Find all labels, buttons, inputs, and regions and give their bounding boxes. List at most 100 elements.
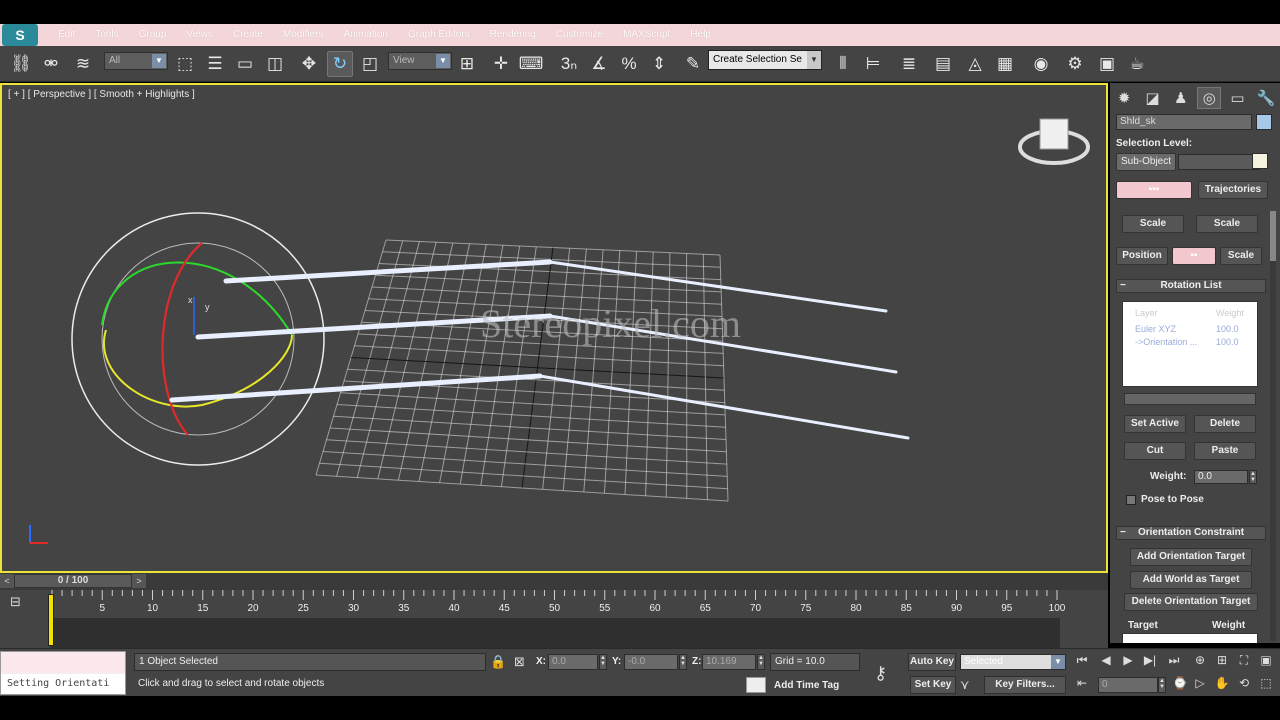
viewport-label-menu[interactable]: [ + ] [ Perspective ] [ Smooth + Highlig…	[8, 89, 195, 100]
select-object-icon[interactable]: ⬚	[172, 51, 198, 77]
current-frame-spinner[interactable]: ▲ ▼	[1158, 677, 1166, 693]
viewcube[interactable]	[1018, 118, 1090, 165]
play-icon[interactable]: ▶	[1118, 653, 1138, 667]
hierarchy-tab-icon[interactable]: ♟	[1169, 87, 1193, 109]
add-orientation-target-button[interactable]: Add Orientation Target	[1130, 548, 1252, 566]
schematic-view-icon[interactable]: ▦	[992, 51, 1018, 77]
tab-parameters[interactable]: ▪▪▪	[1116, 181, 1192, 199]
list-scrollbar[interactable]	[1124, 393, 1256, 405]
layer-manager-icon[interactable]: ≣	[896, 51, 922, 77]
render-setup-icon[interactable]: ⚙	[1062, 51, 1088, 77]
y-spinner[interactable]: ▲ ▼	[679, 654, 687, 670]
set-key-button[interactable]: Set Key	[910, 676, 956, 694]
paste-button[interactable]: Paste	[1194, 442, 1256, 460]
command-panel-scrollbar[interactable]	[1270, 211, 1276, 641]
menu-item-group[interactable]: Group	[129, 24, 177, 46]
add-time-tag-swatch[interactable]	[746, 677, 766, 693]
pose-to-pose-checkbox[interactable]	[1126, 495, 1136, 505]
add-time-tag-button[interactable]: Add Time Tag	[774, 680, 839, 691]
rotation-list-box[interactable]: Layer Weight Euler XYZ 100.0 ->Orientati…	[1122, 301, 1258, 387]
auto-key-button[interactable]: Auto Key	[908, 653, 956, 671]
menu-item-rendering[interactable]: Rendering	[480, 24, 546, 46]
reference-coordinate-dropdown[interactable]: View ▼	[388, 52, 452, 70]
select-and-link-icon[interactable]: ⛓	[8, 51, 34, 77]
perspective-viewport[interactable]: y x Stereopixel.com [ + ] [ Perspective …	[0, 83, 1108, 573]
current-frame-input[interactable]: 0	[1098, 677, 1158, 693]
select-and-rotate-icon[interactable]: ↻	[327, 51, 353, 77]
go-to-start-icon[interactable]: ⏮	[1072, 653, 1092, 668]
menu-item-graph-editors[interactable]: Graph Editors	[398, 24, 480, 46]
edit-named-selection-icon[interactable]: ✎	[680, 51, 706, 77]
sub-object-dropdown[interactable]	[1178, 154, 1260, 170]
previous-key-icon[interactable]: ◀	[1096, 653, 1116, 667]
zoom-icon[interactable]: ⊕	[1190, 653, 1210, 667]
create-tab-icon[interactable]: ✹	[1112, 87, 1136, 109]
motion-tab-icon[interactable]: ◎	[1197, 87, 1222, 109]
key-mode-icon[interactable]: ⚷	[874, 663, 887, 684]
track-bar[interactable]: ⊟ 5 10 15 20 25 30 35 40 45 50 55 60 65 70 75 80 85 90 95 1…	[0, 590, 1108, 648]
keyboard-shortcut-override-icon[interactable]: ⌨	[518, 51, 544, 77]
graphite-ribbon-icon[interactable]: ▤	[930, 51, 956, 77]
position-button[interactable]: Position	[1116, 247, 1168, 265]
zoom-extents-all-icon[interactable]: ▣	[1256, 653, 1276, 667]
go-to-end-icon[interactable]: ⏭	[1164, 653, 1184, 668]
previous-frame-arrow-icon[interactable]: <	[0, 574, 14, 588]
target-list-box[interactable]	[1122, 633, 1258, 643]
time-slider[interactable]: < 0 / 100 >	[0, 573, 1108, 590]
unlink-selection-icon[interactable]: ⚮	[38, 51, 64, 77]
zoom-all-icon[interactable]: ⊞	[1212, 653, 1232, 667]
bind-to-space-warp-icon[interactable]: ≋	[70, 51, 96, 77]
time-slider-thumb[interactable]: 0 / 100	[14, 574, 132, 588]
x-coordinate-input[interactable]: 0.0	[548, 654, 598, 670]
pivot-center-icon[interactable]: ⊞	[454, 51, 480, 77]
display-tab-icon[interactable]: ▭	[1225, 87, 1249, 109]
menu-item-views[interactable]: Views	[176, 24, 223, 46]
rendered-frame-window-icon[interactable]: ▣	[1094, 51, 1120, 77]
scale-track-button[interactable]: Scale	[1220, 247, 1262, 265]
orbit-icon[interactable]: ⟲	[1234, 676, 1254, 690]
angle-snap-icon[interactable]: ∡	[586, 51, 612, 77]
weight-input[interactable]: 0.0	[1194, 470, 1248, 484]
maximize-viewport-icon[interactable]: ⬚	[1256, 676, 1276, 690]
x-spinner[interactable]: ▲ ▼	[599, 654, 607, 670]
maxscript-listener-mini[interactable]: Setting Orientati	[0, 651, 126, 695]
weight-spinner[interactable]: ▲ ▼	[1249, 470, 1257, 484]
current-frame-marker[interactable]	[48, 594, 54, 646]
named-selection-set-dropdown[interactable]: Create Selection Se ▼	[708, 50, 822, 70]
maxscript-output[interactable]: Setting Orientati	[1, 674, 125, 694]
next-frame-arrow-icon[interactable]: >	[132, 574, 146, 588]
absolute-mode-icon[interactable]: ⊠	[514, 654, 525, 670]
select-by-name-icon[interactable]: ☰	[202, 51, 228, 77]
scale-key-button[interactable]: Scale	[1196, 215, 1258, 233]
sub-object-swatch[interactable]	[1252, 153, 1268, 169]
set-active-button[interactable]: Set Active	[1124, 415, 1186, 433]
frame-ruler[interactable]: 5 10 15 20 25 30 35 40 45 50 55 60 65 70 75 80 85 90 95 100	[50, 590, 1065, 648]
tab-trajectories[interactable]: Trajectories	[1198, 181, 1268, 199]
select-and-move-icon[interactable]: ✥	[296, 51, 322, 77]
menu-item-create[interactable]: Create	[223, 24, 273, 46]
add-world-as-target-button[interactable]: Add World as Target	[1130, 571, 1252, 589]
scale-button[interactable]: Scale	[1122, 215, 1184, 233]
menu-item-tools[interactable]: Tools	[85, 24, 128, 46]
mirror-icon[interactable]: ⫴	[830, 51, 856, 77]
modify-tab-icon[interactable]: ◪	[1140, 87, 1164, 109]
y-coordinate-input[interactable]: -0.0	[624, 654, 678, 670]
app-logo-button[interactable]: S	[2, 24, 38, 46]
spinner-snap-icon[interactable]: ⇕	[646, 51, 672, 77]
menu-item-maxscript[interactable]: MAXScript	[613, 24, 680, 46]
selection-filter-dropdown[interactable]: All ▼	[104, 52, 168, 70]
list-item[interactable]: Euler XYZ 100.0	[1123, 324, 1259, 337]
curve-editor-icon[interactable]: ◬	[962, 51, 988, 77]
key-mode-dropdown[interactable]: Selected ▼	[960, 654, 1066, 670]
object-color-swatch[interactable]	[1256, 114, 1272, 130]
key-filters-icon[interactable]: ⋎	[960, 677, 970, 693]
window-crossing-icon[interactable]: ◫	[262, 51, 288, 77]
mini-curve-editor-icon[interactable]: ⊟	[10, 594, 30, 610]
menu-item-animation[interactable]: Animation	[333, 24, 397, 46]
z-coordinate-input[interactable]: 10.169	[702, 654, 756, 670]
key-mode-toggle-icon[interactable]: ⇤	[1072, 676, 1092, 690]
sub-object-button[interactable]: Sub-Object	[1116, 153, 1176, 171]
menu-item-edit[interactable]: Edit	[48, 24, 85, 46]
key-filters-button[interactable]: Key Filters...	[984, 676, 1066, 694]
percent-snap-icon[interactable]: %	[616, 51, 642, 77]
